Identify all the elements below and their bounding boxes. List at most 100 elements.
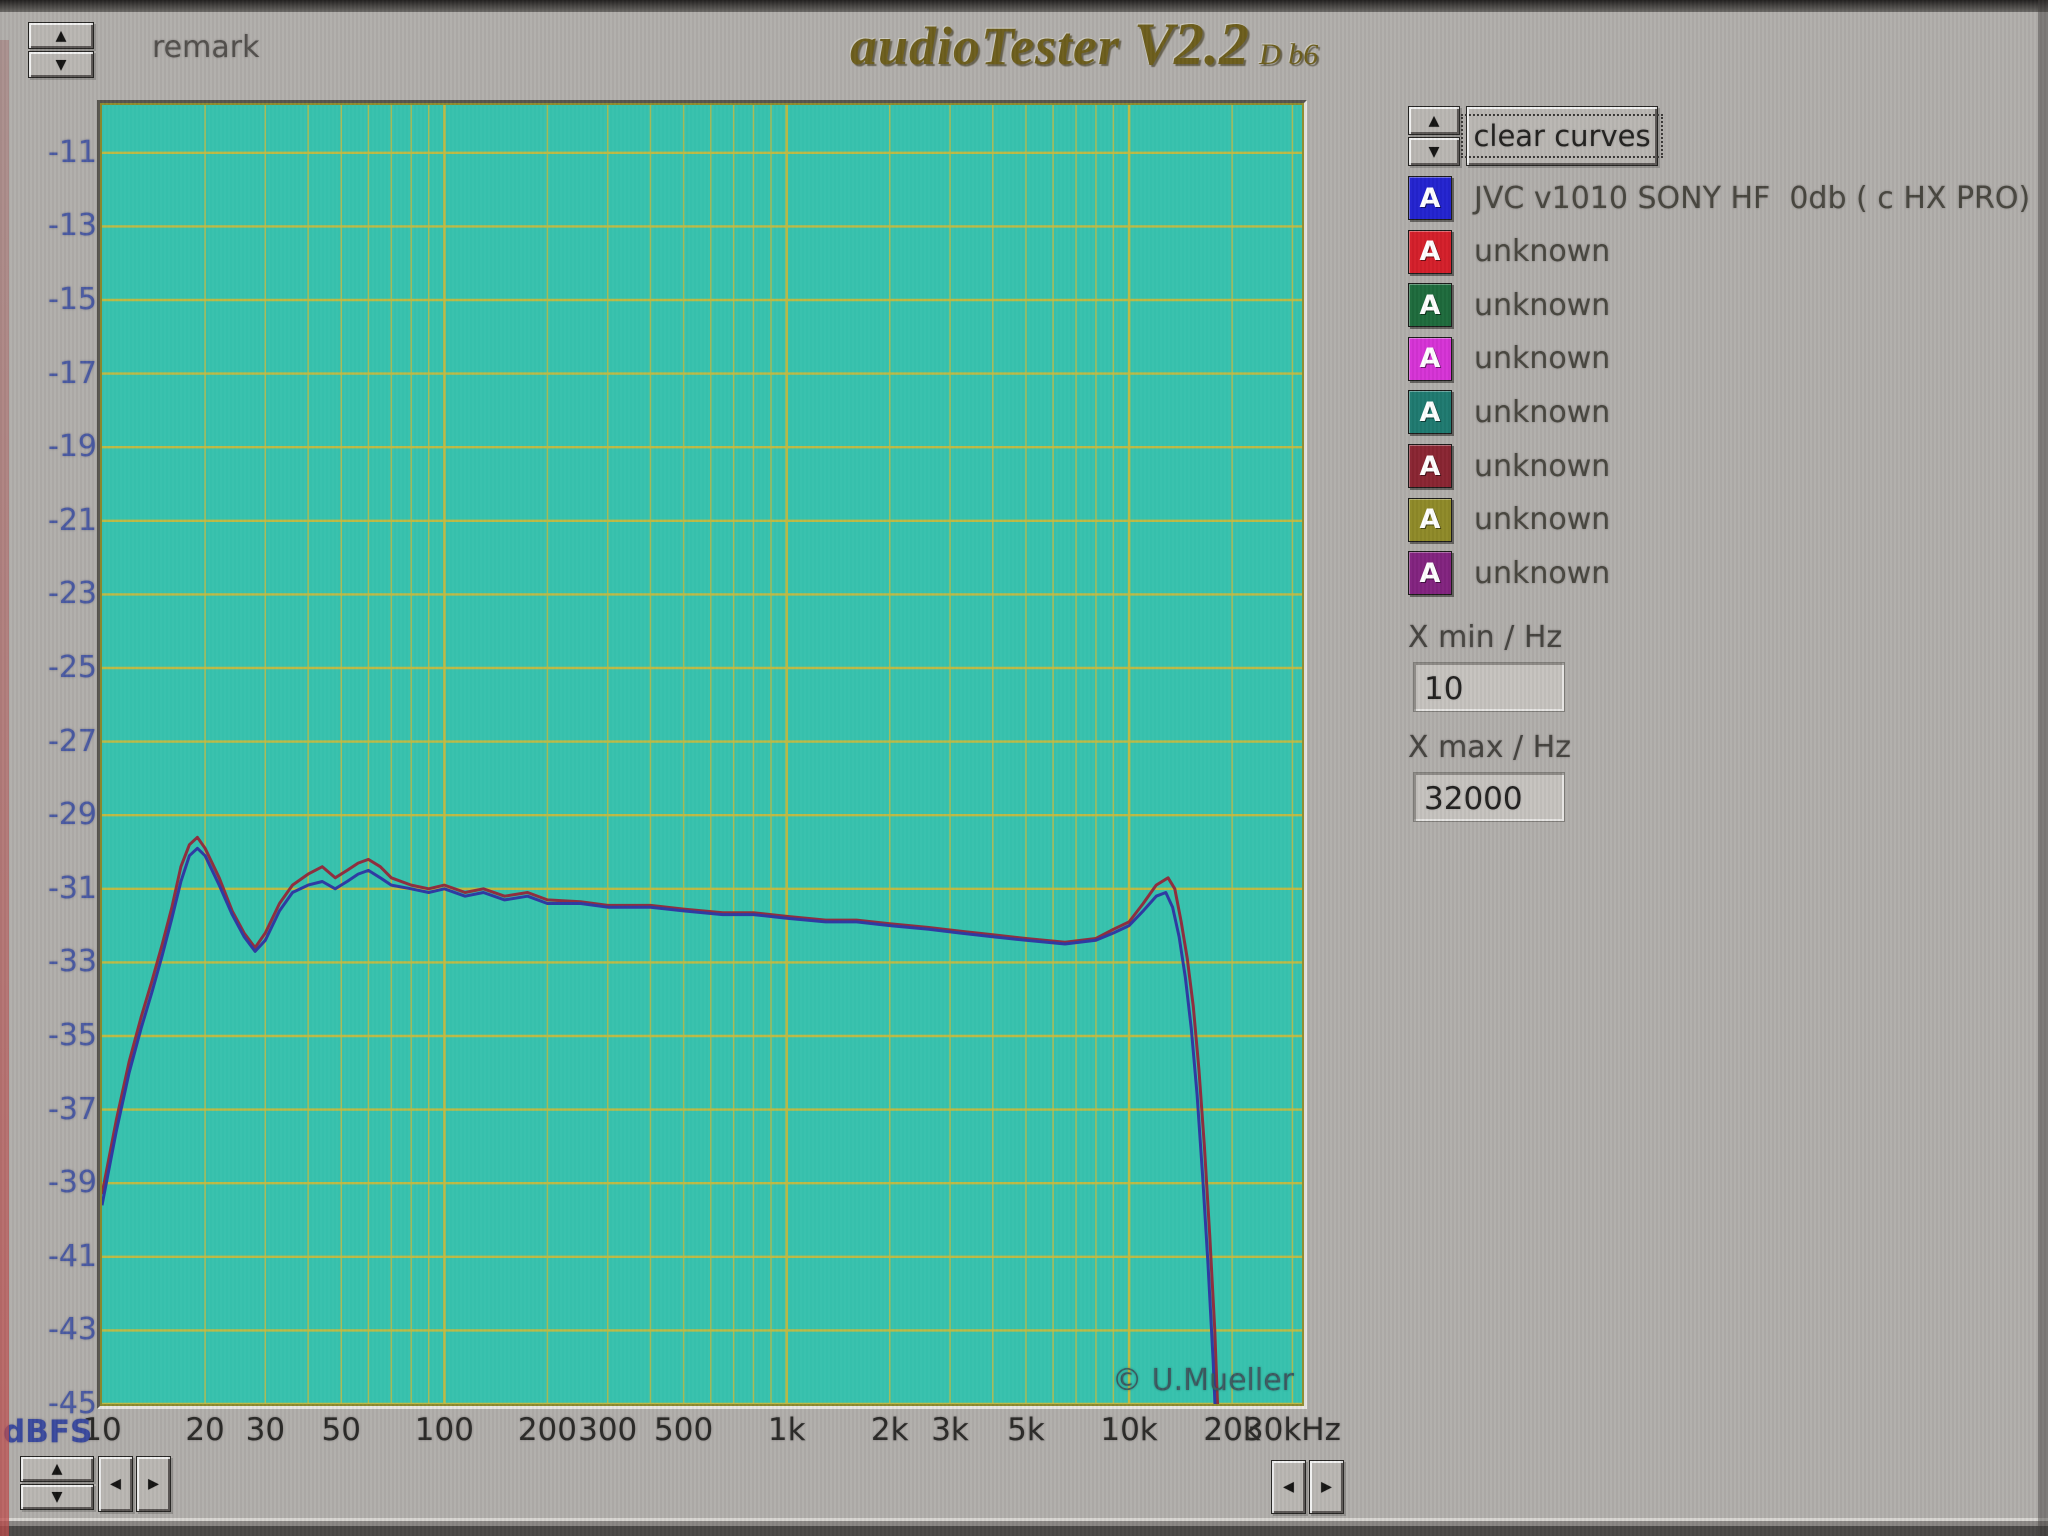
app-title-version: V2.2	[1134, 11, 1249, 77]
photo-top-edge	[0, 0, 2048, 12]
x-tick-label: 300	[578, 1412, 637, 1448]
xmin-field[interactable]	[1413, 662, 1565, 712]
curve-series-layer	[102, 837, 1219, 1404]
up-arrow-icon: ▲	[1429, 114, 1440, 128]
y-tick-label: -41	[25, 1239, 97, 1274]
legend-label: unknown	[1474, 502, 1610, 537]
clear-curves-button-label: clear curves	[1461, 114, 1662, 158]
remark-spinner-down-button[interactable]: ▼	[28, 51, 94, 78]
curve-unknown	[102, 837, 1219, 1404]
x-tick-label: 10k	[1100, 1412, 1157, 1448]
legend-color-box[interactable]: A	[1408, 176, 1452, 220]
left-arrow-icon: ◀	[110, 1477, 121, 1491]
y-tick-label: -21	[25, 503, 97, 538]
app-title-main: audioTester	[850, 16, 1120, 76]
clear-curves-button[interactable]: clear curves	[1466, 106, 1658, 166]
y-tick-label: -13	[25, 208, 97, 243]
down-arrow-icon: ▼	[1429, 145, 1440, 159]
horizontal-grid-lines	[102, 153, 1302, 1404]
legend-row[interactable]: A JVC v1010 SONY HF 0db ( c HX PRO)	[1408, 176, 2030, 220]
up-arrow-icon: ▲	[52, 1462, 63, 1476]
bottom-left-spinner-down-button[interactable]: ▼	[20, 1484, 94, 1510]
y-tick-label: -11	[25, 135, 97, 170]
x-tick-label: 30	[246, 1412, 285, 1448]
x-tick-label: 200	[518, 1412, 577, 1448]
legend-color-box[interactable]: A	[1408, 230, 1452, 274]
legend-spinner-down-button[interactable]: ▼	[1408, 137, 1460, 166]
y-tick-label: -15	[25, 282, 97, 317]
y-axis-unit-label: dBFS	[3, 1414, 92, 1450]
down-arrow-icon: ▼	[52, 1490, 63, 1504]
xmax-label: X max / Hz	[1408, 730, 1571, 765]
y-tick-label: -35	[25, 1018, 97, 1053]
legend-row[interactable]: Aunknown	[1408, 390, 1610, 434]
legend-row[interactable]: Aunknown	[1408, 337, 1610, 381]
legend-row[interactable]: Aunknown	[1408, 283, 1610, 327]
legend-color-box[interactable]: A	[1408, 283, 1452, 327]
x-tick-label: 50	[322, 1412, 361, 1448]
legend-row[interactable]: Aunknown	[1408, 230, 1610, 274]
legend-spinner-up-button[interactable]: ▲	[1408, 106, 1460, 135]
legend-color-box[interactable]: A	[1408, 337, 1452, 381]
legend-color-box[interactable]: A	[1408, 551, 1452, 595]
legend-row[interactable]: Aunknown	[1408, 444, 1610, 488]
x-tick-label: 2k	[871, 1412, 909, 1448]
y-tick-label: -29	[25, 797, 97, 832]
x-tick-label: 500	[654, 1412, 713, 1448]
xmax-field[interactable]	[1413, 772, 1565, 822]
legend-color-box[interactable]: A	[1408, 498, 1452, 542]
frequency-response-plot	[102, 105, 1302, 1404]
y-tick-label: -27	[25, 724, 97, 759]
y-tick-label: -33	[25, 944, 97, 979]
xmax-input[interactable]	[1414, 773, 1564, 821]
scroll-right-button-right-side[interactable]: ▶	[1309, 1460, 1344, 1514]
y-tick-label: -43	[25, 1312, 97, 1347]
right-arrow-icon: ▶	[148, 1477, 159, 1491]
remark-label: remark	[152, 30, 259, 65]
y-tick-label: -31	[25, 871, 97, 906]
curve-jvc-v1010-sony-hf-0db-c-hx-pro-	[102, 848, 1217, 1404]
chart-frame: © U.Mueller	[97, 100, 1307, 1409]
plot-area: © U.Mueller	[102, 105, 1302, 1404]
copyright-watermark: © U.Mueller	[1112, 1363, 1294, 1398]
legend-label: unknown	[1474, 556, 1610, 591]
up-arrow-icon: ▲	[56, 29, 67, 43]
y-tick-label: -25	[25, 650, 97, 685]
legend-color-box[interactable]: A	[1408, 390, 1452, 434]
photo-right-edge	[2038, 0, 2048, 1536]
legend-row[interactable]: Aunknown	[1408, 498, 1610, 542]
left-arrow-icon: ◀	[1283, 1480, 1294, 1494]
x-tick-label: 100	[415, 1412, 474, 1448]
legend-color-box[interactable]: A	[1408, 444, 1452, 488]
photo-bottom-band	[0, 1518, 2048, 1536]
right-arrow-icon: ▶	[1321, 1480, 1332, 1494]
scroll-right-button[interactable]: ▶	[136, 1456, 171, 1512]
legend-label: unknown	[1474, 395, 1610, 430]
legend-label: unknown	[1474, 234, 1610, 269]
x-tick-label: 20	[185, 1412, 224, 1448]
y-tick-label: -37	[25, 1092, 97, 1127]
app-title-suffix: D b6	[1259, 38, 1318, 71]
xmin-label: X min / Hz	[1408, 620, 1562, 655]
y-tick-label: -17	[25, 356, 97, 391]
remark-spinner-up-button[interactable]: ▲	[28, 22, 94, 49]
x-tick-label: 1k	[768, 1412, 806, 1448]
scroll-left-button-right-side[interactable]: ◀	[1271, 1460, 1306, 1514]
x-tick-label: 30kHz	[1244, 1412, 1341, 1448]
y-tick-label: -39	[25, 1165, 97, 1200]
scroll-left-button[interactable]: ◀	[98, 1456, 133, 1512]
legend-label: unknown	[1474, 341, 1610, 376]
x-tick-label: 5k	[1007, 1412, 1045, 1448]
photo-left-bezel	[0, 40, 9, 1536]
x-tick-label: 3k	[931, 1412, 969, 1448]
legend-row[interactable]: Aunknown	[1408, 551, 1610, 595]
xmin-input[interactable]	[1414, 663, 1564, 711]
y-tick-label: -23	[25, 576, 97, 611]
legend-label: unknown	[1474, 449, 1610, 484]
legend-label: unknown	[1474, 288, 1610, 323]
legend-label: JVC v1010 SONY HF 0db ( c HX PRO)	[1474, 181, 2030, 216]
bottom-left-spinner-up-button[interactable]: ▲	[20, 1456, 94, 1482]
down-arrow-icon: ▼	[56, 58, 67, 72]
app-title: audioTesterV2.2 D b6	[850, 10, 1318, 79]
y-tick-label: -19	[25, 429, 97, 464]
